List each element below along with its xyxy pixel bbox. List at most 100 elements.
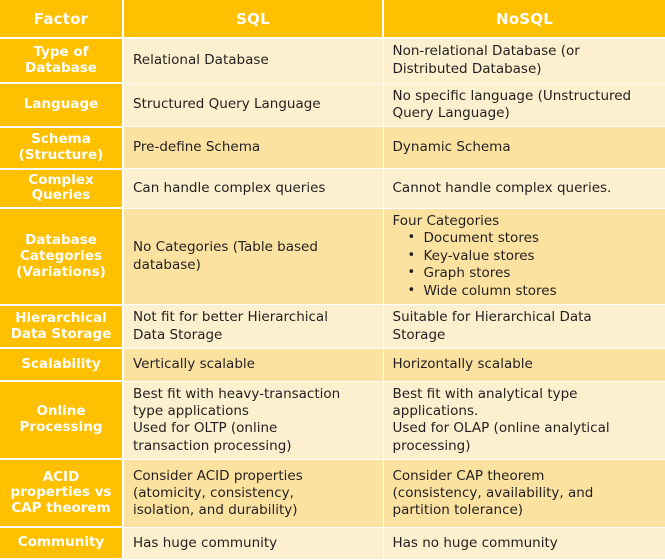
factor-text-line: Database xyxy=(25,231,97,248)
cell-text-line: No Categories (Table based xyxy=(133,239,318,256)
row-value-nosql: Dynamic Schema xyxy=(383,126,665,170)
factor-text-line: Queries xyxy=(31,187,91,204)
cell-text-line: database) xyxy=(133,256,201,273)
factor-text-line: Database xyxy=(25,59,97,76)
factor-text-line: Schema xyxy=(31,130,91,147)
column-header-nosql: NoSQL xyxy=(383,0,665,39)
cell-text-line: Best fit with heavy-transaction xyxy=(133,385,341,402)
cell-text-line: partition tolerance) xyxy=(392,502,524,519)
row-value-sql: Pre-define Schema xyxy=(123,126,384,170)
row-factor-label: ACID properties vs CAP theorem xyxy=(0,459,124,529)
factor-text-line: ACID xyxy=(42,468,80,485)
cell-text-line: Storage xyxy=(392,326,446,343)
factor-text-line: Hierarchical xyxy=(15,309,107,326)
row-value-nosql: Four CategoriesDocument storesKey-value … xyxy=(383,208,665,306)
row-factor-label: Type of Database xyxy=(0,38,124,84)
table-row: Online Processing Best fit with heavy-tran… xyxy=(0,381,665,461)
cell-text-line: transaction processing) xyxy=(133,437,292,454)
row-factor-label: Community xyxy=(0,527,124,560)
row-factor-label: Scalability xyxy=(0,348,124,383)
cell-text-line: Used for OLAP (online analytical xyxy=(392,420,610,437)
row-value-nosql: Consider CAP theorem (consistency, availa… xyxy=(383,459,665,528)
row-value-sql: Has huge community xyxy=(123,527,384,560)
column-header-factor: Factor xyxy=(0,0,124,39)
cell-text-line: Relational Database xyxy=(133,52,269,69)
row-value-nosql: Non-relational Database (or Distributed D… xyxy=(383,38,665,84)
cell-text-line: Horizontally scalable xyxy=(392,356,533,373)
cell-text-line: Suitable for Hierarchical Data xyxy=(392,309,592,326)
factor-text-line: Complex xyxy=(28,171,94,188)
column-header-sql: SQL xyxy=(123,0,384,39)
cell-text-line: Pre-define Schema xyxy=(133,138,261,155)
bullet-list: Document storesKey-value storesGraph sto… xyxy=(393,230,658,300)
table-header: Factor SQL NoSQL xyxy=(0,0,665,39)
row-value-nosql: Cannot handle complex queries. xyxy=(383,168,665,209)
table-row: Complex Queries Can handle complex queries… xyxy=(0,168,665,210)
row-value-sql: Can handle complex queries xyxy=(123,168,384,209)
bullet-list-item: Document stores xyxy=(408,230,658,248)
table-row: Language Structured Query Language No spec… xyxy=(0,83,665,128)
row-factor-label: Complex Queries xyxy=(0,168,124,210)
table-row: Database Categories (Variations) No Categor… xyxy=(0,208,665,306)
cell-text-line: Non-relational Database (or xyxy=(392,43,580,60)
cell-text-line: Not fit for better Hierarchical xyxy=(133,309,328,326)
cell-text-line: Structured Query Language xyxy=(133,96,321,113)
table-row: Hierarchical Data Storage Not fit for bett… xyxy=(0,304,665,350)
factor-text-line: Processing xyxy=(19,419,103,436)
row-factor-label: Database Categories (Variations) xyxy=(0,208,124,306)
row-value-nosql: Best fit with analytical type application… xyxy=(383,381,665,460)
row-value-nosql: Suitable for Hierarchical Data Storage xyxy=(383,304,665,349)
row-value-sql: Relational Database xyxy=(123,38,384,84)
bullet-list-item: Wide column stores xyxy=(408,283,658,301)
bullet-list-item: Key-value stores xyxy=(408,248,658,266)
cell-text-line: Can handle complex queries xyxy=(133,179,326,196)
cell-text-line: Used for OLTP (online xyxy=(133,420,278,437)
row-value-sql: Not fit for better Hierarchical Data Stor… xyxy=(123,304,384,349)
row-value-sql: Best fit with heavy-transaction type appl… xyxy=(123,381,384,460)
factor-text-line: Data Storage xyxy=(10,325,112,342)
cell-text-line: applications. xyxy=(392,403,479,420)
sql-vs-nosql-comparison-table: Factor SQL NoSQL Type of Database Relation… xyxy=(0,0,665,560)
row-value-sql: Structured Query Language xyxy=(123,83,384,128)
cell-text-line: Cannot handle complex queries. xyxy=(392,179,612,196)
factor-text-line: Categories xyxy=(19,247,103,264)
cell-text-line: (atomicity, consistency, xyxy=(133,484,294,501)
row-factor-label: Language xyxy=(0,83,124,128)
cell-text-line: (consistency, availability, and xyxy=(392,484,594,501)
cell-text-line: Distributed Database) xyxy=(392,60,542,77)
factor-text-line: Community xyxy=(17,534,105,551)
row-factor-label: Schema (Structure) xyxy=(0,126,124,170)
cell-text-line: Has huge community xyxy=(133,534,278,551)
cell-text-line: Best fit with analytical type xyxy=(392,385,578,402)
cell-text-line: Vertically scalable xyxy=(133,356,255,373)
header-row: Factor SQL NoSQL xyxy=(0,0,665,39)
table-row: ACID properties vs CAP theorem Consider ACI… xyxy=(0,459,665,529)
table-row: Scalability Vertically scalable Horizontal… xyxy=(0,348,665,383)
factor-text-line: CAP theorem xyxy=(11,500,111,517)
row-value-sql: Consider ACID properties (atomicity, cons… xyxy=(123,459,384,528)
row-value-sql: No Categories (Table based database) xyxy=(123,208,384,306)
table-row: Schema (Structure) Pre-define Schema Dynami… xyxy=(0,126,665,170)
factor-text-line: Language xyxy=(23,95,99,112)
factor-text-line: (Structure) xyxy=(18,146,104,163)
bullet-list-item: Graph stores xyxy=(408,265,658,283)
row-value-sql: Vertically scalable xyxy=(123,348,384,382)
cell-text-line: Consider ACID properties xyxy=(133,467,303,484)
row-value-nosql: Horizontally scalable xyxy=(383,348,665,382)
row-factor-label: Online Processing xyxy=(0,381,124,461)
factor-text-line: Online xyxy=(36,403,86,420)
row-value-nosql: No specific language (Unstructured Query … xyxy=(383,83,665,128)
row-factor-label: Hierarchical Data Storage xyxy=(0,304,124,350)
cell-text-line: isolation, and durability) xyxy=(133,502,298,519)
row-value-nosql: Has no huge community xyxy=(383,527,665,560)
cell-text-line: type applications xyxy=(133,403,249,420)
factor-text-line: properties vs xyxy=(10,484,112,501)
cell-text-line: No specific language (Unstructured xyxy=(392,87,632,104)
cell-text-line: Has no huge community xyxy=(392,534,558,551)
table-body: Type of Database Relational Database Non-re… xyxy=(0,38,665,560)
cell-text-line: processing) xyxy=(392,437,471,454)
table-row: Type of Database Relational Database Non-re… xyxy=(0,38,665,84)
table-row: Community Has huge community Has no huge c… xyxy=(0,527,665,560)
cell-text-line: Consider CAP theorem xyxy=(392,467,545,484)
factor-text-line: Scalability xyxy=(21,355,101,372)
